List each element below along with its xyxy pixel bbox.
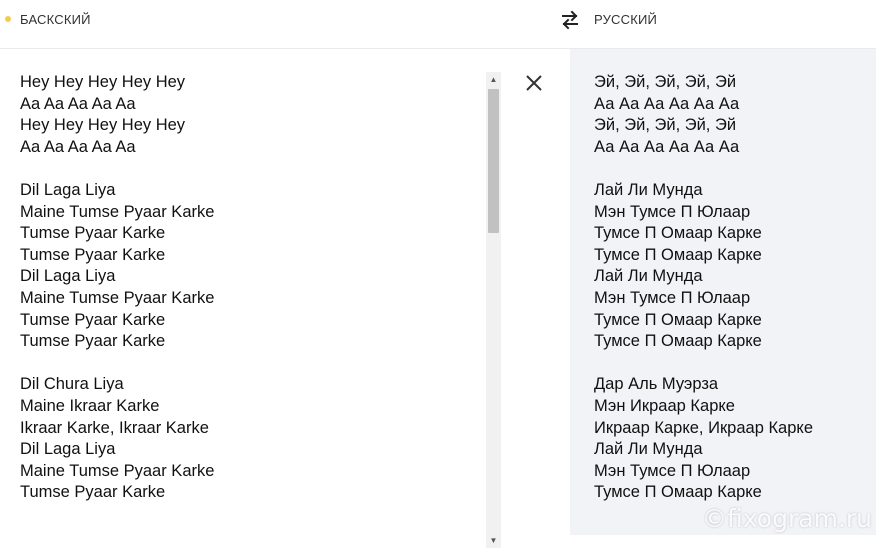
source-line[interactable]: Hey Hey Hey Hey Hey xyxy=(20,72,480,94)
source-line[interactable]: Dil Chura Liya xyxy=(20,374,480,396)
translation-line: Икраар Карке, Икраар Карке xyxy=(594,418,813,437)
translation-line: Аа Аа Аа Аа Аа Аа xyxy=(594,137,740,156)
translation-line: Лай Ли Мунда xyxy=(594,267,703,286)
source-line[interactable]: Maine Tumse Pyaar Karke xyxy=(20,202,480,224)
translation-blank-line xyxy=(594,158,876,180)
source-line[interactable]: Tumse Pyaar Karke xyxy=(20,310,480,332)
source-line[interactable]: Dil Laga Liya xyxy=(20,439,480,461)
source-line[interactable]: Dil Laga Liya xyxy=(20,180,480,202)
translation-panel: Эй, Эй, Эй, Эй, Эй Аа Аа Аа Аа Аа Аа Эй, Э… xyxy=(570,49,876,535)
language-bar: БАСКСКИЙ РУССКИЙ xyxy=(0,0,876,49)
triangle-down-icon[interactable]: ▼ xyxy=(486,533,501,548)
translation-line: Эй, Эй, Эй, Эй, Эй xyxy=(594,116,737,135)
translation-blank-line xyxy=(594,353,876,375)
translation-line: Мэн Тумсе П Юлаар xyxy=(594,202,751,221)
watermark: ©fixogram.ru xyxy=(702,504,872,533)
source-blank-line[interactable] xyxy=(20,353,480,375)
triangle-up-icon[interactable]: ▲ xyxy=(486,72,501,87)
swap-arrows-icon[interactable] xyxy=(560,10,580,30)
source-text-panel[interactable]: Hey Hey Hey Hey Hey Aa Aa Aa Aa Aa Hey Hey… xyxy=(0,49,570,548)
source-line[interactable]: Hey Hey Hey Hey Hey xyxy=(20,115,480,137)
source-language-indicator xyxy=(5,16,11,22)
source-line[interactable]: Tumse Pyaar Karke xyxy=(20,245,480,267)
translation-line: Мэн Тумсе П Юлаар xyxy=(594,461,751,480)
translation-line: Эй, Эй, Эй, Эй, Эй xyxy=(594,73,737,91)
source-line[interactable]: Ikraar Karke, Ikraar Karke xyxy=(20,418,480,440)
source-textarea[interactable]: Hey Hey Hey Hey Hey Aa Aa Aa Aa Aa Hey Hey… xyxy=(20,72,480,504)
source-language-button[interactable]: БАСКСКИЙ xyxy=(20,12,91,27)
source-blank-line[interactable] xyxy=(20,158,480,180)
translation-line: Тумсе П Омаар Карке xyxy=(594,332,762,351)
source-line[interactable]: Aa Aa Aa Aa Aa xyxy=(20,137,480,159)
source-line[interactable]: Tumse Pyaar Karke xyxy=(20,223,480,245)
translation-line: Тумсе П Омаар Карке xyxy=(594,245,762,264)
translation-line: Аа Аа Аа Аа Аа Аа xyxy=(594,94,740,113)
translation-line: Дар Аль Муэрза xyxy=(594,375,719,394)
scrollbar-thumb[interactable] xyxy=(488,89,499,233)
source-line[interactable]: Maine Ikraar Karke xyxy=(20,396,480,418)
target-language-button[interactable]: РУССКИЙ xyxy=(594,12,657,27)
translation-line: Мэн Икраар Карке xyxy=(594,396,735,415)
source-line[interactable]: Maine Tumse Pyaar Karke xyxy=(20,461,480,483)
source-line[interactable]: Aa Aa Aa Aa Aa xyxy=(20,94,480,116)
source-line[interactable]: Tumse Pyaar Karke xyxy=(20,482,480,504)
source-line[interactable]: Dil Laga Liya xyxy=(20,266,480,288)
translation-line: Лай Ли Мунда xyxy=(594,180,703,199)
translation-line: Тумсе П Омаар Карке xyxy=(594,224,762,243)
translation-text: Эй, Эй, Эй, Эй, Эй Аа Аа Аа Аа Аа Аа Эй, Э… xyxy=(594,72,876,504)
source-line[interactable]: Maine Tumse Pyaar Karke xyxy=(20,288,480,310)
translation-line: Лай Ли Мунда xyxy=(594,440,703,459)
translation-line: Мэн Тумсе П Юлаар xyxy=(594,288,751,307)
translation-line: Тумсе П Омаар Карке xyxy=(594,483,762,502)
source-line[interactable]: Tumse Pyaar Karke xyxy=(20,331,480,353)
source-scrollbar[interactable]: ▲ ▼ xyxy=(486,72,501,548)
close-icon[interactable] xyxy=(524,73,544,93)
translation-line: Тумсе П Омаар Карке xyxy=(594,310,762,329)
